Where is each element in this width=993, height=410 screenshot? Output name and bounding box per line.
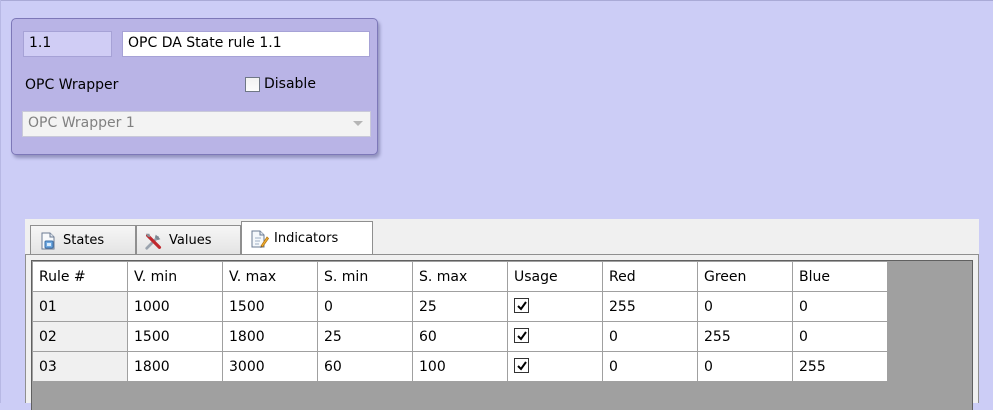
indicators-grid[interactable]: Rule # V. min V. max S. min S. max Usage… [31, 260, 973, 410]
cell-smin[interactable]: 0 [317, 291, 413, 322]
column-header-vmax[interactable]: V. max [222, 261, 318, 292]
indicators-table: Rule # V. min V. max S. min S. max Usage… [32, 261, 888, 382]
cell-red[interactable]: 255 [602, 291, 698, 322]
column-header-smin[interactable]: S. min [317, 261, 413, 292]
object-panel: 1.1 OPC DA State rule 1.1 OPC Wrapper Di… [11, 18, 378, 155]
table-row[interactable]: 02 1500 1800 25 60 0 255 0 [32, 321, 888, 352]
grid-header-row: Rule # V. min V. max S. min S. max Usage… [32, 261, 888, 292]
table-row[interactable]: 03 1800 3000 60 100 0 0 255 [32, 351, 888, 382]
cell-blue[interactable]: 255 [792, 351, 888, 382]
cell-smin[interactable]: 60 [317, 351, 413, 382]
tab-strip: States Values Indicators [25, 219, 979, 255]
cell-smax[interactable]: 100 [412, 351, 508, 382]
disable-checkbox-control[interactable]: Disable [245, 76, 316, 92]
table-row[interactable]: 01 1000 1500 0 25 255 0 0 [32, 291, 888, 322]
cell-usage[interactable] [507, 291, 603, 322]
checkmark-icon [517, 301, 527, 311]
tab-states-label: States [63, 233, 105, 248]
opc-wrapper-label: OPC Wrapper [25, 77, 119, 93]
column-header-green[interactable]: Green [697, 261, 793, 292]
cell-smax[interactable]: 25 [412, 291, 508, 322]
cell-vmax[interactable]: 3000 [222, 351, 318, 382]
cell-vmin[interactable]: 1800 [127, 351, 223, 382]
opc-wrapper-select-value: OPC Wrapper 1 [28, 115, 135, 131]
cell-blue[interactable]: 0 [792, 291, 888, 322]
cell-vmax[interactable]: 1500 [222, 291, 318, 322]
tab-indicators-label: Indicators [274, 231, 339, 246]
cell-green[interactable]: 255 [697, 321, 793, 352]
disable-label: Disable [264, 76, 316, 92]
tab-content-panel: Rule # V. min V. max S. min S. max Usage… [25, 254, 979, 410]
tab-values[interactable]: Values [136, 225, 241, 255]
cell-rule[interactable]: 02 [32, 321, 128, 352]
cell-rule[interactable]: 03 [32, 351, 128, 382]
dropdown-arrow-icon[interactable] [353, 121, 363, 126]
cell-red[interactable]: 0 [602, 351, 698, 382]
tab-values-label: Values [169, 233, 212, 248]
object-id-field[interactable]: 1.1 [23, 31, 112, 57]
column-header-blue[interactable]: Blue [792, 261, 888, 292]
cell-green[interactable]: 0 [697, 291, 793, 322]
disable-checkbox[interactable] [245, 76, 260, 92]
top-border [0, 0, 993, 1]
tools-icon [145, 233, 162, 250]
left-border [0, 0, 1, 403]
checkmark-icon [517, 331, 527, 341]
opc-wrapper-select[interactable]: OPC Wrapper 1 [22, 111, 371, 137]
cell-rule[interactable]: 01 [32, 291, 128, 322]
cell-vmin[interactable]: 1000 [127, 291, 223, 322]
cell-smin[interactable]: 25 [317, 321, 413, 352]
tab-indicators[interactable]: Indicators [241, 221, 373, 255]
column-header-usage[interactable]: Usage [507, 261, 603, 292]
usage-checkbox[interactable] [514, 358, 529, 373]
cell-usage[interactable] [507, 321, 603, 352]
column-header-red[interactable]: Red [602, 261, 698, 292]
cell-vmin[interactable]: 1500 [127, 321, 223, 352]
cell-vmax[interactable]: 1800 [222, 321, 318, 352]
column-header-vmin[interactable]: V. min [127, 261, 223, 292]
cell-smax[interactable]: 60 [412, 321, 508, 352]
usage-checkbox[interactable] [514, 298, 529, 313]
usage-checkbox[interactable] [514, 328, 529, 343]
column-header-rule[interactable]: Rule # [32, 261, 128, 292]
cell-blue[interactable]: 0 [792, 321, 888, 352]
object-name-field[interactable]: OPC DA State rule 1.1 [122, 31, 370, 57]
indicators-icon [251, 230, 269, 248]
states-icon [41, 232, 55, 249]
tab-states[interactable]: States [30, 225, 136, 255]
cell-usage[interactable] [507, 351, 603, 382]
cell-red[interactable]: 0 [602, 321, 698, 352]
checkmark-icon [517, 361, 527, 371]
cell-green[interactable]: 0 [697, 351, 793, 382]
column-header-smax[interactable]: S. max [412, 261, 508, 292]
